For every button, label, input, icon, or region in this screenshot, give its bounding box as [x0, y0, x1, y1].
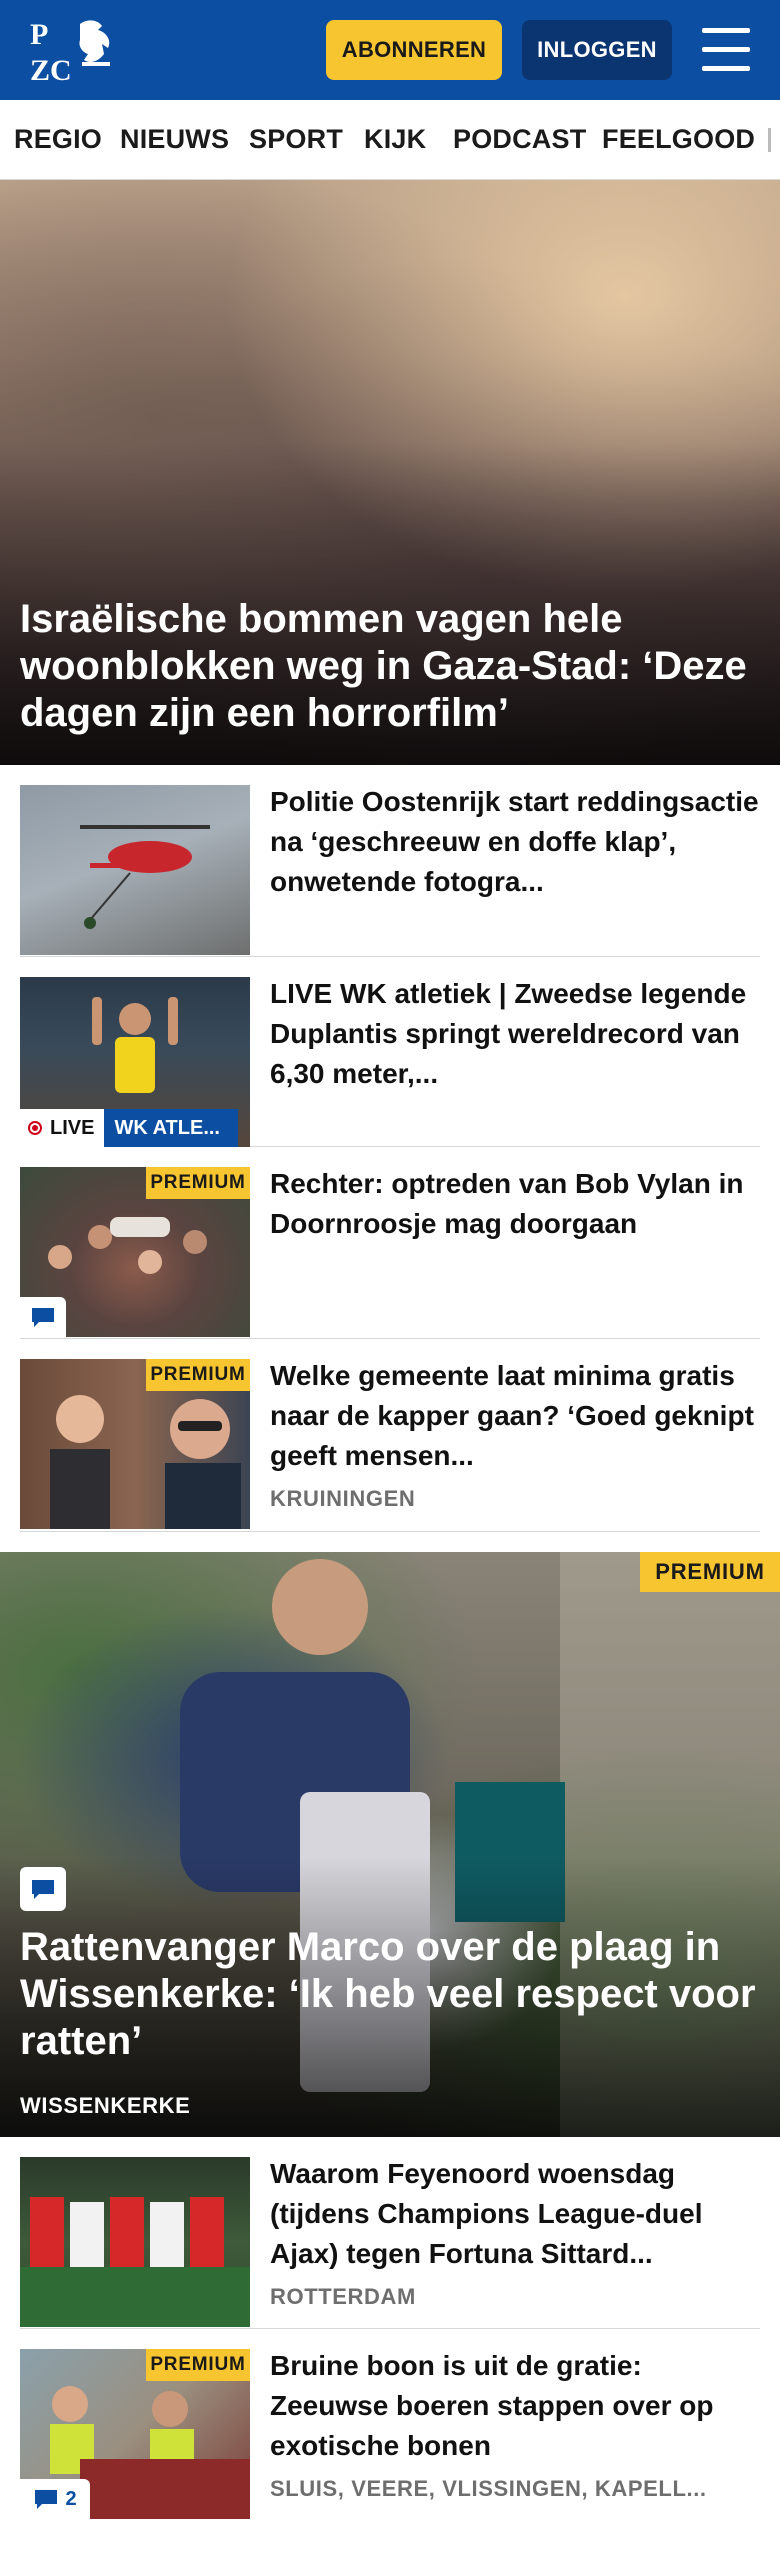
article-headline[interactable]: LIVE WK atletiek | Zweedse legende Dupla…: [270, 974, 760, 1094]
hero-headline[interactable]: Israëlische bommen vagen hele woonblokke…: [20, 596, 760, 737]
article-headline[interactable]: Waarom Feyenoord woensdag (tijdens Champ…: [270, 2154, 760, 2274]
live-dot-icon: [28, 1121, 42, 1135]
article-thumbnail[interactable]: PREMIUM 2: [20, 2349, 250, 2519]
nav-item-regio[interactable]: REGIO: [14, 124, 102, 155]
feature-location: WISSENKERKE: [20, 2093, 191, 2118]
pzc-logo[interactable]: P ZC: [28, 14, 118, 87]
article-headline[interactable]: Rechter: optreden van Bob Vylan in Doorn…: [270, 1164, 760, 1244]
feature-headline[interactable]: Rattenvanger Marco over de plaag in Wiss…: [20, 1924, 760, 2065]
nav-item-sport[interactable]: SPORT: [249, 124, 343, 155]
live-badge-text: LIVE: [50, 1116, 95, 1139]
comment-icon: [32, 1308, 54, 1327]
comments-chip[interactable]: [20, 1297, 66, 1337]
nav-item-feelgood[interactable]: FEELGOOD: [602, 124, 755, 155]
comments-chip[interactable]: [20, 1867, 66, 1911]
article-thumbnail[interactable]: [20, 2157, 250, 2327]
helicopter-image: [80, 825, 210, 929]
article-thumbnail[interactable]: PREMIUM: [20, 1167, 250, 1337]
article-card[interactable]: PREMIUM Rechter: optreden van Bob Vylan …: [20, 1167, 760, 1339]
article-location: SLUIS, VEERE, VLISSINGEN, KAPELL...: [270, 2476, 707, 2501]
football-team-image: [20, 2197, 250, 2327]
article-thumbnail[interactable]: LIVE WK ATLE...: [20, 977, 250, 1147]
top-bar: P ZC ABONNEREN INLOGGEN: [0, 0, 780, 100]
login-button[interactable]: INLOGGEN: [522, 20, 672, 80]
comment-icon: [35, 2490, 58, 2509]
section-nav: REGIO NIEUWS SPORT KIJK PODCAST FEELGOOD: [0, 100, 780, 180]
article-headline[interactable]: Welke gemeente laat minima gratis naar d…: [270, 1356, 760, 1476]
premium-badge: PREMIUM: [640, 1552, 780, 1592]
live-badge: LIVE: [20, 1109, 105, 1147]
hamburger-menu-icon[interactable]: [700, 26, 752, 74]
article-card[interactable]: LIVE WK ATLE... LIVE WK atletiek | Zweed…: [20, 977, 760, 1147]
comment-count: 2: [65, 2487, 77, 2510]
article-location: ROTTERDAM: [270, 2284, 416, 2309]
article-headline[interactable]: Bruine boon is uit de gratie: Zeeuwse bo…: [270, 2346, 760, 2466]
live-category-badge: WK ATLE...: [104, 1109, 239, 1147]
svg-text:ZC: ZC: [30, 54, 72, 86]
nav-item-kijk[interactable]: KIJK: [364, 124, 426, 155]
article-thumbnail[interactable]: [20, 785, 250, 955]
comments-chip[interactable]: 2: [20, 2479, 90, 2519]
article-card[interactable]: Politie Oostenrijk start reddingsactie n…: [20, 785, 760, 957]
nav-overflow-indicator: [768, 128, 771, 152]
pzc-logo-mark: P ZC: [30, 18, 110, 87]
article-card[interactable]: PREMIUM 2 Bruine boon is uit de gratie: …: [20, 2349, 760, 2519]
nav-item-nieuws[interactable]: NIEUWS: [120, 124, 229, 155]
article-location: KRUININGEN: [270, 1486, 416, 1511]
live-label-bar: LIVE WK ATLE...: [20, 1109, 239, 1147]
article-card[interactable]: PREMIUM Welke gemeente laat minima grati…: [20, 1359, 760, 1532]
subscribe-button[interactable]: ABONNEREN: [326, 20, 502, 80]
premium-badge: PREMIUM: [146, 1359, 250, 1391]
article-thumbnail[interactable]: PREMIUM: [20, 1359, 250, 1529]
premium-badge: PREMIUM: [146, 2349, 250, 2381]
comment-icon: [32, 1880, 54, 1899]
svg-text:P: P: [30, 18, 48, 51]
nav-item-podcast[interactable]: PODCAST: [453, 124, 586, 155]
premium-badge: PREMIUM: [146, 1167, 250, 1199]
article-card[interactable]: Waarom Feyenoord woensdag (tijdens Champ…: [20, 2157, 760, 2329]
article-headline[interactable]: Politie Oostenrijk start reddingsactie n…: [270, 782, 760, 902]
